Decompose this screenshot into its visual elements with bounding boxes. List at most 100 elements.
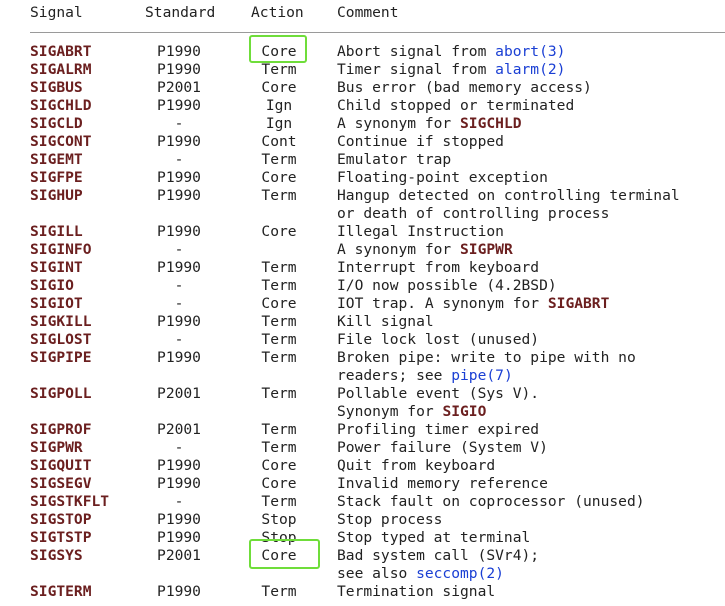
- signal-action: Term: [261, 313, 297, 330]
- signal-standard: P1990: [157, 259, 201, 276]
- signal-standard: P1990: [157, 223, 201, 240]
- comment-text: Child stopped or terminated: [337, 97, 575, 114]
- table-row: SIGHUP P1990 Term Hangup detected on contro…: [0, 187, 725, 223]
- signal-comment: Bad system call (SVr4); see also seccomp(…: [337, 547, 539, 583]
- signal-reference: SIGIO: [442, 403, 487, 420]
- signal-action: Term: [261, 259, 297, 276]
- man-page-link[interactable]: seccomp(2): [416, 565, 504, 582]
- signal-comment: Profiling timer expired: [337, 421, 539, 439]
- comment-line: Power failure (System V): [337, 439, 548, 457]
- comment-text: Illegal Instruction: [337, 223, 504, 240]
- table-row: SIGCHLD P1990 Ign Child stopped or terminat…: [0, 97, 725, 115]
- table-row: SIGSTKFLT - Term Stack fault on coprocessor…: [0, 493, 725, 511]
- table-row: SIGEMT - Term Emulator trap: [0, 151, 725, 169]
- signal-name: SIGSYS: [30, 547, 83, 564]
- signal-comment: Floating-point exception: [337, 169, 548, 187]
- man-page-link[interactable]: abort(3): [495, 43, 565, 60]
- signal-action: Term: [261, 421, 297, 438]
- table-row: SIGIO - Term I/O now possible (4.2BSD): [0, 277, 725, 295]
- table-row: SIGIOT - Core IOT trap. A synonym for SIGAB…: [0, 295, 725, 313]
- signal-action: Term: [261, 349, 297, 366]
- comment-line: Quit from keyboard: [337, 457, 495, 475]
- comment-text: Continue if stopped: [337, 133, 504, 150]
- table-row: SIGSYS P2001 Core Bad system call (SVr4); se…: [0, 539, 725, 583]
- signal-standard: P1990: [157, 187, 201, 204]
- comment-text: Pollable event (Sys V).: [337, 385, 540, 402]
- signal-action: Term: [261, 277, 297, 294]
- comment-text: IOT trap. A synonym for: [337, 295, 548, 312]
- comment-text: A synonym for: [337, 241, 461, 258]
- signal-action: Term: [261, 331, 297, 348]
- signal-name: SIGPOLL: [30, 385, 92, 402]
- man-page-link[interactable]: alarm(2): [495, 61, 565, 78]
- signal-action: Term: [261, 151, 297, 168]
- comment-text: Floating-point exception: [337, 169, 548, 186]
- signal-action: Core: [261, 169, 297, 186]
- signal-table: SIGABRT P1990 Core Abort signal from abort(…: [0, 35, 725, 601]
- signal-comment: Pollable event (Sys V). Synonym for SIGIO: [337, 385, 539, 421]
- signal-comment: Hangup detected on controlling terminal o…: [337, 187, 680, 223]
- table-row: SIGPOLL P2001 Term Pollable event (Sys V). S…: [0, 385, 725, 421]
- signal-name: SIGIOT: [30, 295, 83, 312]
- comment-line: Profiling timer expired: [337, 421, 539, 439]
- comment-line: I/O now possible (4.2BSD): [337, 277, 557, 295]
- comment-text: Stop typed at terminal: [337, 529, 531, 546]
- header-comment: Comment: [337, 4, 399, 21]
- comment-text: A synonym for: [337, 115, 461, 132]
- signal-comment: Timer signal from alarm(2): [337, 61, 565, 79]
- comment-line: Hangup detected on controlling terminal: [337, 187, 680, 205]
- comment-line: Broken pipe: write to pipe with no: [337, 349, 636, 367]
- comment-line: IOT trap. A synonym for SIGABRT: [337, 295, 609, 313]
- signal-name: SIGABRT: [30, 43, 92, 60]
- comment-line: Stop process: [337, 511, 442, 529]
- signal-standard: P1990: [157, 349, 201, 366]
- signal-action: Core: [261, 79, 297, 96]
- signal-standard: P2001: [157, 421, 201, 438]
- comment-text: Termination signal: [337, 583, 496, 600]
- signal-standard: P2001: [157, 385, 201, 402]
- signal-comment: File lock lost (unused): [337, 331, 539, 349]
- comment-line: Stack fault on coprocessor (unused): [337, 493, 645, 511]
- table-row: SIGTSTP P1990 Stop Stop typed at terminal: [0, 529, 725, 547]
- signal-comment: Interrupt from keyboard: [337, 259, 539, 277]
- signal-action: Core: [261, 475, 297, 492]
- signal-name: SIGSEGV: [30, 475, 92, 492]
- signal-comment: Stop typed at terminal: [337, 529, 530, 547]
- signal-name: SIGINFO: [30, 241, 92, 258]
- comment-line: Abort signal from abort(3): [337, 43, 565, 61]
- comment-text: Bad system call (SVr4);: [337, 547, 540, 564]
- signal-reference: SIGCHLD: [460, 115, 522, 132]
- action-highlight-box: [249, 539, 320, 569]
- comment-text: or death of controlling process: [337, 205, 610, 222]
- table-row: SIGKILL P1990 Term Kill signal: [0, 313, 725, 331]
- comment-text: Power failure (System V): [337, 439, 548, 456]
- comment-text: Profiling timer expired: [337, 421, 540, 438]
- signal-action: Ign: [265, 115, 293, 132]
- table-row: SIGSTOP P1990 Stop Stop process: [0, 511, 725, 529]
- signal-standard: P1990: [157, 583, 201, 600]
- signal-name: SIGPIPE: [30, 349, 92, 366]
- comment-text: Invalid memory reference: [337, 475, 548, 492]
- signal-standard: -: [174, 115, 184, 132]
- table-row: SIGPWR - Term Power failure (System V): [0, 439, 725, 457]
- signal-comment: Invalid memory reference: [337, 475, 548, 493]
- signal-standard: -: [174, 277, 184, 294]
- comment-text: Stop process: [337, 511, 443, 528]
- signal-action: Term: [261, 385, 297, 402]
- signal-standard: -: [174, 295, 184, 312]
- signal-comment: Broken pipe: write to pipe with no reader…: [337, 349, 636, 385]
- comment-text: Emulator trap: [337, 151, 452, 168]
- comment-line: Synonym for SIGIO: [337, 403, 539, 421]
- man-page-link[interactable]: pipe(7): [451, 367, 513, 384]
- comment-text: Interrupt from keyboard: [337, 259, 540, 276]
- table-row: SIGABRT P1990 Core Abort signal from abort(…: [0, 35, 725, 63]
- signal-action: Stop: [261, 511, 297, 528]
- signal-standard: P2001: [157, 547, 201, 564]
- header-action: Action: [251, 4, 304, 21]
- signal-comment: Illegal Instruction: [337, 223, 504, 241]
- comment-text: Stack fault on coprocessor (unused): [337, 493, 645, 510]
- signal-standard: P1990: [157, 529, 201, 546]
- signal-action: Ign: [265, 97, 293, 114]
- comment-text: readers; see: [337, 367, 452, 384]
- table-row: SIGINFO - A synonym for SIGPWR: [0, 241, 725, 259]
